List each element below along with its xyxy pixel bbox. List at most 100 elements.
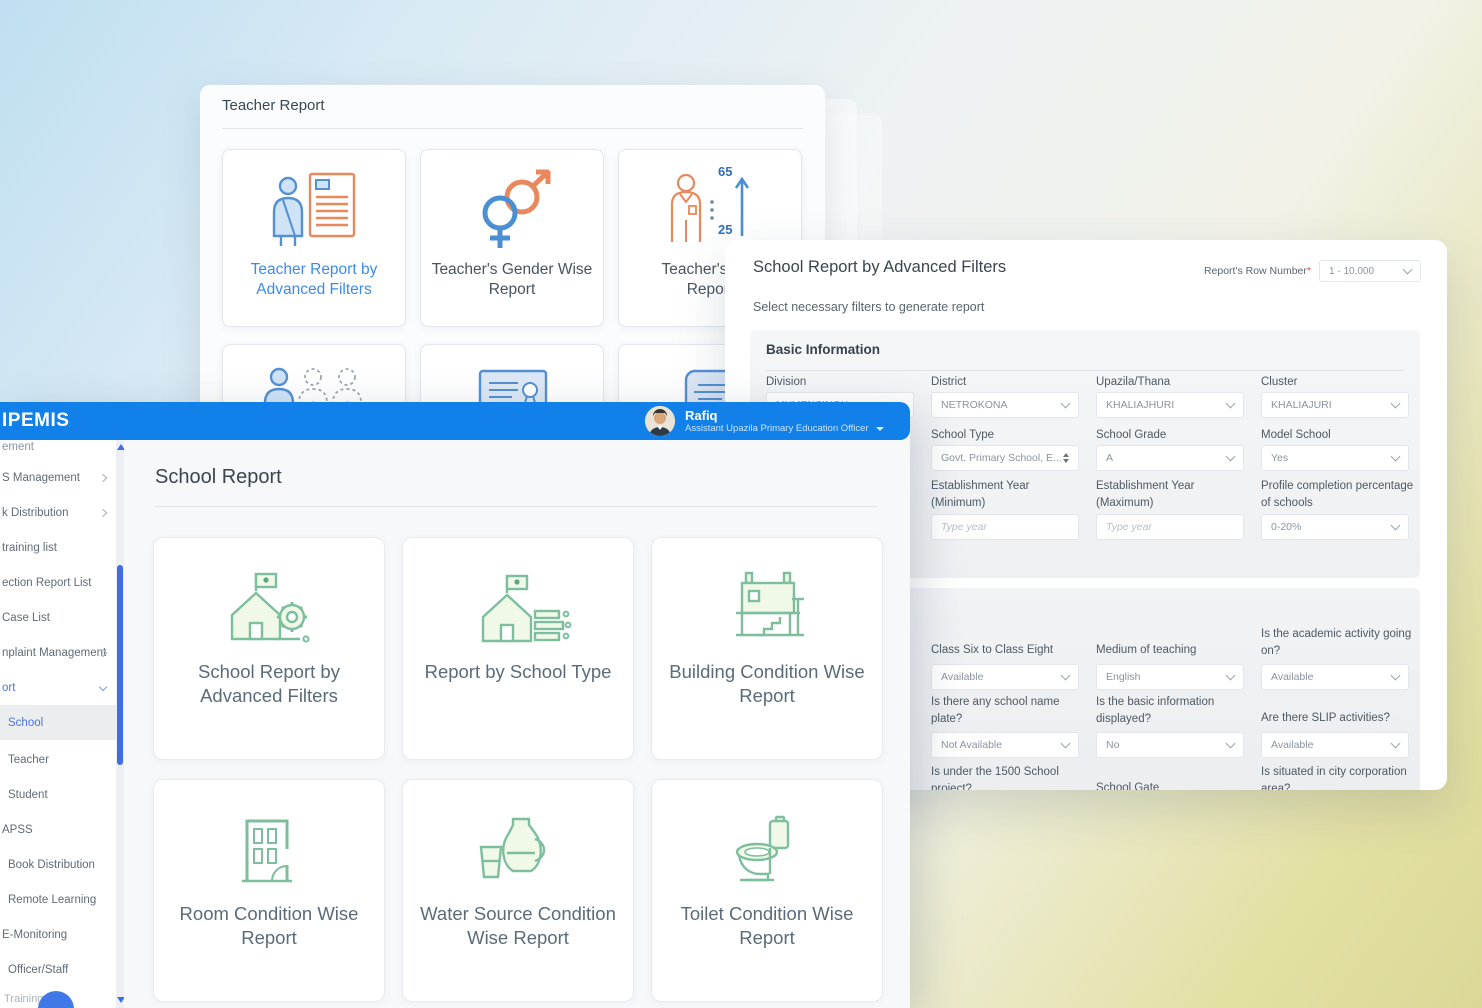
user-role: Assistant Upazila Primary Education Offi… [685,423,884,434]
cluster-label: Cluster [1261,374,1416,391]
sidebar-item-distribution[interactable]: k Distribution [0,495,116,530]
card-label: Room Condition Wise Report [154,902,384,951]
card-label: Teacher Report by Advanced Filters [223,260,405,300]
sidebar-item-training-partial[interactable]: Training [4,993,43,1005]
sidebar: ement S Management k Distribution traini… [0,440,116,1008]
sidebar-item-e-monitoring[interactable]: E-Monitoring [0,917,116,952]
academic-activity-select[interactable]: Available [1261,664,1409,690]
school-list-icon [463,566,573,652]
sidebar-item-report[interactable]: ort [0,670,116,705]
gender-icon [462,166,562,254]
app-logo: IPEMIS [2,410,69,432]
sidebar-item-case-list[interactable]: Case List [0,600,116,635]
model-school-label: Model School [1261,427,1416,444]
chevron-down-icon [1226,452,1236,462]
est-year-max-label: Establishment Year (Maximum) [1096,478,1251,511]
sidebar-item-training-list[interactable]: training list [0,530,116,565]
model-school-select[interactable]: Yes [1261,445,1409,471]
profile-completion-select[interactable]: 0-20% [1261,514,1409,540]
medium-label: Medium of teaching [1096,642,1251,659]
school-type-select[interactable]: Govt. Primary School, E... [931,445,1079,471]
card-label: Building Condition Wise Report [652,660,882,709]
name-plate-label: Is there any school name plate? [931,694,1086,727]
class-six-eight-label: Class Six to Class Eight [931,642,1086,659]
card-room-condition-wise-report[interactable]: Room Condition Wise Report [153,779,385,1002]
app-window: IPEMIS Rafiq Assistant Upazila Primary E… [0,402,910,1008]
academic-activity-label: Is the academic activity going on? [1261,626,1416,659]
sidebar-scrollbar-thumb[interactable] [117,565,123,765]
water-jug-icon [463,808,573,894]
sidebar-item-remote-learning[interactable]: Remote Learning [0,882,116,917]
card-label: Toilet Condition Wise Report [652,902,882,951]
est-year-min-input[interactable] [931,514,1079,540]
basic-info-displayed-select[interactable]: No [1096,732,1244,758]
chevron-right-icon [99,474,107,482]
chevron-down-icon [1403,265,1413,275]
chevron-down-icon [99,683,107,691]
chevron-right-icon [99,509,107,517]
slip-activities-label: Are there SLIP activities? [1261,710,1416,727]
report-row-number: Report's Row Number* 1 - 10,000 [1204,260,1421,282]
slip-activities-select[interactable]: Available [1261,732,1409,758]
card-label: Water Source Condition Wise Report [403,902,633,951]
card-toilet-condition-wise-report[interactable]: Toilet Condition Wise Report [651,779,883,1002]
sidebar-item-officer-staff[interactable]: Officer/Staff [0,952,116,987]
est-year-max-input[interactable] [1096,514,1244,540]
row-number-select[interactable]: 1 - 10,000 [1319,260,1421,282]
user-name: Rafiq [685,408,884,424]
divider [222,128,803,129]
card-school-report-by-advanced-filters[interactable]: School Report by Advanced Filters [153,537,385,760]
upazila-label: Upazila/Thana [1096,374,1251,391]
sidebar-item-apss[interactable]: APSS [0,812,116,847]
card-report-by-school-type[interactable]: Report by School Type [402,537,634,760]
card-water-source-condition-wise-report[interactable]: Water Source Condition Wise Report [402,779,634,1002]
teacher-report-title: Teacher Report [222,97,325,114]
chevron-down-icon [1061,399,1071,409]
card-label: Teacher's Gender Wise Report [421,260,603,300]
divider [766,370,1404,371]
school-grade-label: School Grade [1096,427,1251,444]
sidebar-item-complaint-management[interactable]: nplaint Management [0,635,116,670]
chevron-down-icon [1061,739,1071,749]
upazila-select[interactable]: KHALIAJHURI [1096,392,1244,418]
school-1500-label: Is under the 1500 School project? [931,764,1086,790]
sidebar-item-inspection-report-list[interactable]: ection Report List [0,565,116,600]
card-building-condition-wise-report[interactable]: Building Condition Wise Report [651,537,883,760]
avatar [645,406,675,436]
division-label: Division [766,374,921,391]
card-teachers-gender-wise-report[interactable]: Teacher's Gender Wise Report [420,149,604,327]
divider [155,506,877,507]
building-icon [712,566,822,652]
sidebar-item-partial[interactable]: ement [2,441,34,453]
age-min-value: 25 [718,222,732,237]
row-number-label: Report's Row Number* [1204,265,1311,277]
sidebar-item-teacher[interactable]: Teacher [0,742,116,777]
sidebar-item-school[interactable]: School [0,705,116,740]
required-asterisk: * [1307,265,1311,277]
chevron-down-icon [1226,671,1236,681]
user-menu[interactable]: Rafiq Assistant Upazila Primary Educatio… [645,406,884,436]
district-select[interactable]: NETROKONA [931,392,1079,418]
city-corporation-label: Is situated in city corporation area? [1261,764,1416,790]
chevron-down-icon [1391,521,1401,531]
sidebar-item-book-distribution[interactable]: Book Distribution [0,847,116,882]
screen: Teacher Report [0,0,1482,1008]
class-six-eight-select[interactable]: Available [931,664,1079,690]
room-door-icon [214,808,324,894]
caret-down-icon [876,427,884,431]
school-gate-label: School Gate [1096,780,1251,790]
card-teacher-report-by-advanced-filters[interactable]: Teacher Report by Advanced Filters [222,149,406,327]
school-gear-icon [214,566,324,652]
sort-updown-icon [1063,453,1069,463]
chevron-down-icon [1061,671,1071,681]
medium-select[interactable]: English [1096,664,1244,690]
school-grade-select[interactable]: A [1096,445,1244,471]
sidebar-item-student[interactable]: Student [0,777,116,812]
sidebar-item-management[interactable]: S Management [0,460,116,495]
card-label: Report by School Type [413,660,624,684]
age-max-value: 65 [718,164,732,179]
name-plate-select[interactable]: Not Available [931,732,1079,758]
chevron-down-icon [1391,452,1401,462]
cluster-select[interactable]: KHALIAJURI [1261,392,1409,418]
section-heading: Basic Information [766,342,880,357]
